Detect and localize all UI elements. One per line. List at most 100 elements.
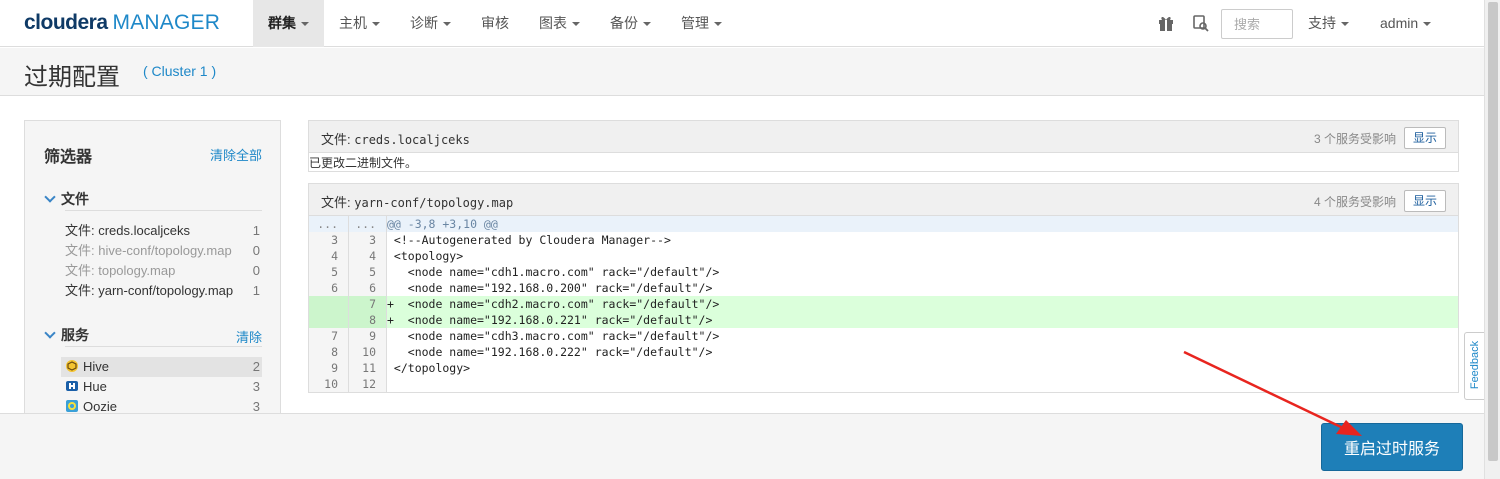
new-line-number: 7 — [348, 296, 387, 312]
file-panel-header: 文件: creds.localjceks 3 个服务受影响 显示 — [309, 121, 1458, 153]
nav-clusters[interactable]: 群集 — [253, 0, 324, 47]
filter-item-count: 2 — [252, 359, 260, 374]
file-name: 文件: yarn-conf/topology.map — [321, 192, 513, 211]
file-name: 文件: creds.localjceks — [321, 129, 470, 148]
filter-service-hue[interactable]: Hue 3 — [61, 377, 262, 397]
footer-bar — [0, 413, 1484, 479]
new-line-number: 3 — [348, 232, 387, 248]
logo-product: MANAGER — [112, 11, 221, 34]
chevron-down-icon — [44, 191, 56, 203]
new-line-number: 11 — [348, 360, 387, 376]
caret-down-icon — [714, 22, 722, 27]
new-line-number: 9 — [348, 328, 387, 344]
files-section-toggle[interactable]: 文件 — [44, 189, 89, 209]
diff-view: ...... @@ -3,8 +3,10 @@ 3 3 <!--Autogenerat… — [309, 216, 1458, 392]
nav-hosts[interactable]: 主机 — [324, 0, 395, 47]
filter-item-label: 文件: hive-conf/topology.map — [65, 243, 232, 258]
user-menu[interactable]: admin — [1380, 0, 1432, 47]
filter-item-count: 1 — [252, 223, 260, 238]
page-header: 过期配置 ( Cluster 1 ) — [0, 48, 1484, 96]
caret-down-icon — [572, 22, 580, 27]
diff-added-line: 8 + <node name="192.168.0.221" rack="/def… — [309, 312, 1458, 328]
scrollbar-thumb[interactable] — [1488, 2, 1498, 461]
restart-stale-services-button[interactable]: 重启过时服务 — [1321, 423, 1463, 471]
diff-hunk-header: ...... @@ -3,8 +3,10 @@ — [309, 216, 1458, 232]
diff-code: </topology> — [387, 361, 471, 375]
new-line-number: 12 — [348, 376, 387, 392]
feedback-tab[interactable]: Feedback — [1464, 332, 1484, 400]
caret-down-icon — [443, 22, 451, 27]
divider — [65, 210, 262, 211]
filter-file-topology[interactable]: 文件: topology.map 0 — [61, 261, 262, 281]
file-panel-creds: 文件: creds.localjceks 3 个服务受影响 显示 已更改二进制文… — [308, 120, 1459, 172]
filter-item-label-wrap: Hive — [65, 357, 109, 377]
filter-item-label: 文件: creds.localjceks — [65, 223, 190, 238]
filter-file-creds[interactable]: 文件: creds.localjceks 1 — [61, 221, 262, 241]
file-path: yarn-conf/topology.map — [354, 196, 514, 210]
old-line-number: 8 — [309, 344, 348, 360]
diff-context-line: 9 11 </topology> — [309, 360, 1458, 376]
diff-code — [387, 376, 1458, 392]
gift-icon[interactable] — [1157, 14, 1175, 32]
new-line-number: 8 — [348, 312, 387, 328]
support-menu[interactable]: 支持 — [1308, 0, 1349, 47]
caret-down-icon — [643, 22, 651, 27]
cluster-link[interactable]: ( Cluster 1 ) — [143, 63, 216, 79]
new-line-number: 6 — [348, 280, 387, 296]
diff-code: <node name="192.168.0.222" rack="/defaul… — [387, 345, 713, 359]
diff-code: <node name="192.168.0.200" rack="/defaul… — [387, 281, 713, 295]
nav-charts[interactable]: 图表 — [524, 0, 595, 47]
support-label: 支持 — [1308, 15, 1336, 31]
nav-diagnostics[interactable]: 诊断 — [395, 0, 466, 47]
filter-file-yarn-topology[interactable]: 文件: yarn-conf/topology.map 1 — [61, 281, 262, 301]
old-line-number: 4 — [309, 248, 348, 264]
services-section-toggle[interactable]: 服务 — [44, 325, 89, 345]
old-line-number — [309, 312, 348, 328]
filter-title: 筛选器 — [44, 149, 93, 166]
nav-backup[interactable]: 备份 — [595, 0, 666, 47]
filter-item-label: 文件: topology.map — [65, 263, 176, 278]
clear-services-link[interactable]: 清除 — [236, 327, 262, 346]
diff-context-line: 8 10 <node name="192.168.0.222" rack="/de… — [309, 344, 1458, 360]
page-scrollbar[interactable] — [1484, 0, 1500, 479]
nav-label: 群集 — [268, 15, 296, 31]
section-label: 文件 — [61, 191, 89, 207]
new-line-number: ... — [348, 216, 387, 232]
old-line-number: 10 — [309, 376, 348, 392]
diff-added-line: 7 + <node name="cdh2.macro.com" rack="/de… — [309, 296, 1458, 312]
filter-item-count: 0 — [252, 263, 260, 278]
diff-context-line: 79 <node name="cdh3.macro.com" rack="/de… — [309, 328, 1458, 344]
search-input[interactable] — [1221, 9, 1293, 39]
caret-down-icon — [372, 22, 380, 27]
service-name: Hive — [83, 359, 110, 374]
caret-down-icon — [1341, 22, 1349, 27]
wizard-icon[interactable] — [1192, 14, 1210, 32]
old-line-number — [309, 296, 348, 312]
diff-context-line: 10 12 — [309, 376, 1458, 392]
nav-label: 主机 — [339, 15, 367, 31]
diff-context-line: 33 <!--Autogenerated by Cloudera Manager… — [309, 232, 1458, 248]
hive-icon — [65, 359, 79, 373]
old-line-number: ... — [309, 216, 348, 232]
diff-code: + <node name="cdh2.macro.com" rack="/def… — [387, 296, 1458, 312]
cloudera-manager-logo[interactable]: cloudera MANAGER — [24, 10, 220, 36]
filter-item-count: 1 — [252, 283, 260, 298]
show-button[interactable]: 显示 — [1404, 127, 1446, 149]
filter-service-hive[interactable]: Hive 2 — [61, 357, 262, 377]
old-line-number: 5 — [309, 264, 348, 280]
nav-label: 备份 — [610, 15, 638, 31]
file-path: creds.localjceks — [354, 133, 470, 147]
clear-all-filters-link[interactable]: 清除全部 — [210, 145, 262, 164]
feedback-label: Feedback — [1469, 340, 1481, 390]
binary-changed-message: 已更改二进制文件。 — [309, 156, 418, 170]
nav-label: 管理 — [681, 15, 709, 31]
show-button[interactable]: 显示 — [1404, 190, 1446, 212]
diff-code: + <node name="192.168.0.221" rack="/defa… — [387, 312, 1458, 328]
nav-administration[interactable]: 管理 — [666, 0, 737, 47]
filter-item-count: 3 — [252, 379, 260, 394]
service-name: Hue — [83, 379, 107, 394]
old-line-number: 9 — [309, 360, 348, 376]
diff-code: <node name="cdh3.macro.com" rack="/defau… — [387, 329, 720, 343]
filter-file-hive-topology[interactable]: 文件: hive-conf/topology.map 0 — [61, 241, 262, 261]
nav-audits[interactable]: 审核 — [466, 0, 524, 47]
